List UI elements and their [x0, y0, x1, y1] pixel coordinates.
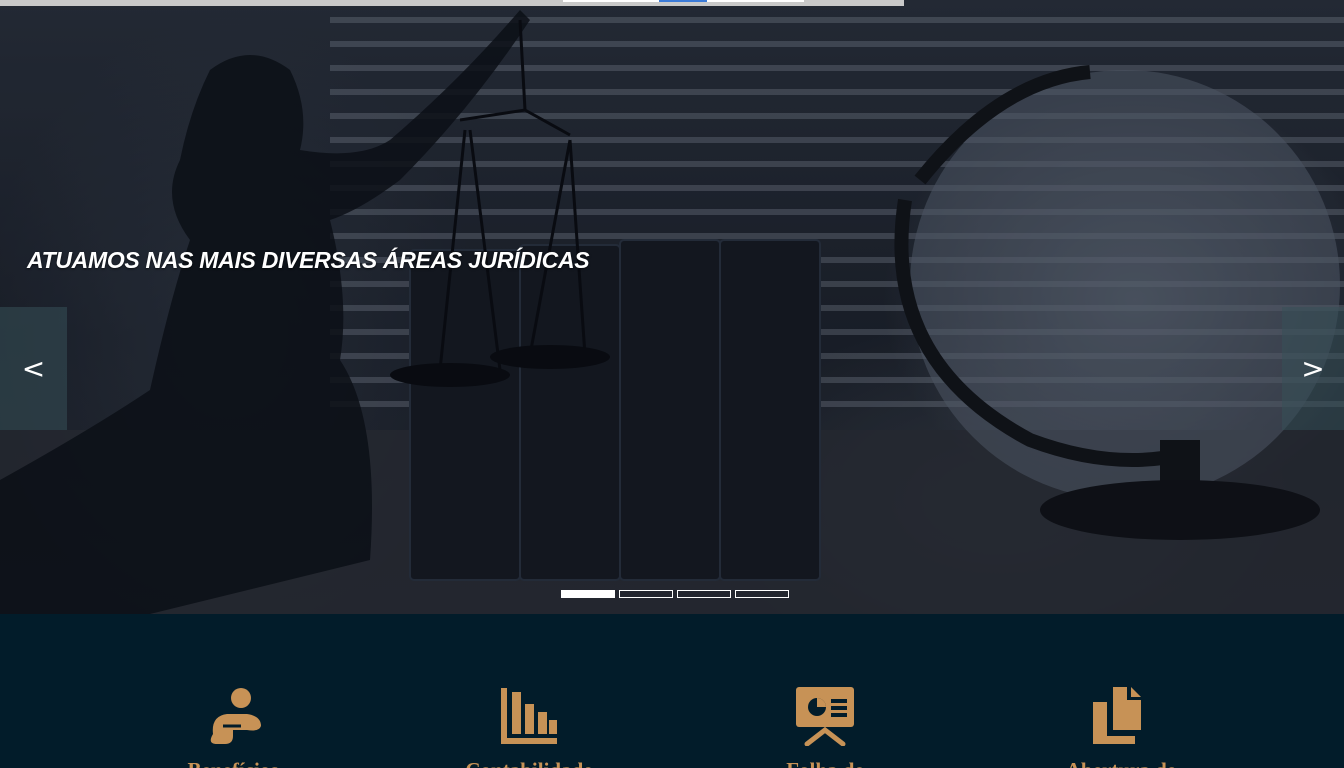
- strip-segment: [563, 0, 659, 2]
- chevron-left-icon: <: [21, 352, 46, 385]
- strip-segment: [707, 0, 804, 2]
- hero-overlay: [0, 0, 1344, 614]
- slider-prev-button[interactable]: <: [0, 307, 67, 430]
- slider-dot-4[interactable]: [735, 590, 789, 598]
- strip-segment-highlight: [659, 0, 707, 2]
- service-contabilidade[interactable]: Contabilidade: [439, 686, 619, 768]
- service-label: Abertura de: [1031, 758, 1211, 768]
- service-beneficios[interactable]: Benefícios: [143, 686, 323, 768]
- service-label: Benefícios: [143, 758, 323, 768]
- service-label: Folha de: [735, 758, 915, 768]
- presentation-icon: [796, 687, 854, 746]
- service-abertura[interactable]: Abertura de: [1031, 686, 1211, 768]
- slider-dot-2[interactable]: [619, 590, 673, 598]
- services-section: Benefícios Contabilidade Folha de: [0, 614, 1344, 768]
- slider-dot-1[interactable]: [561, 590, 615, 598]
- slider-indicators: [561, 590, 789, 598]
- service-folha[interactable]: Folha de: [735, 686, 915, 768]
- chevron-right-icon: >: [1301, 352, 1325, 385]
- documents-icon: [1093, 687, 1141, 744]
- hero-caption: ATUAMOS NAS MAIS DIVERSAS ÁREAS JURÍDICA…: [27, 247, 590, 273]
- slider-next-button[interactable]: >: [1282, 307, 1344, 430]
- browser-scroll-strip: [0, 0, 904, 6]
- slider-dot-3[interactable]: [677, 590, 731, 598]
- person-icon: [210, 688, 261, 744]
- service-label: Contabilidade: [439, 758, 619, 768]
- bar-chart-icon: [501, 688, 557, 744]
- hero-slider: ATUAMOS NAS MAIS DIVERSAS ÁREAS JURÍDICA…: [0, 0, 1344, 614]
